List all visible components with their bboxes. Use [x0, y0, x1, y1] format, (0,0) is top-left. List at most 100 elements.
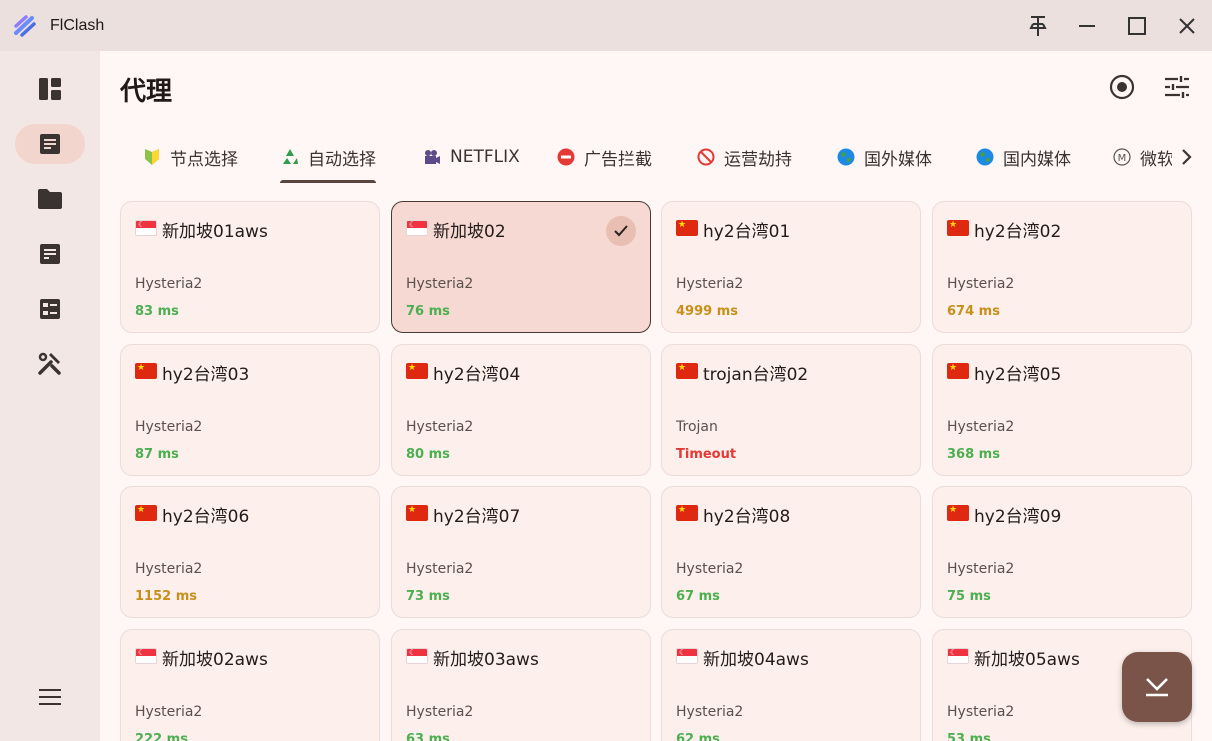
tools-icon	[38, 352, 61, 375]
proxy-delay: 222 ms	[135, 732, 188, 741]
globe-icon	[836, 147, 856, 167]
tab-label: 运营劫持	[724, 149, 792, 170]
proxy-protocol: Hysteria2	[676, 276, 744, 292]
proxy-delay: 368 ms	[947, 447, 1000, 462]
pin-window-button[interactable]	[1024, 12, 1052, 40]
tab-label: 微软	[1140, 149, 1174, 170]
proxy-delay: 76 ms	[406, 304, 450, 319]
minimize-button[interactable]	[1073, 12, 1101, 40]
proxy-card[interactable]: hy2台湾09 Hysteria2 75 ms	[932, 486, 1192, 618]
tab-label: 节点选择	[170, 149, 238, 170]
flag-cn-icon	[947, 505, 969, 521]
prohibited-icon	[696, 147, 716, 167]
proxy-delay: 80 ms	[406, 447, 450, 462]
flag-sg-icon	[406, 648, 428, 664]
maximize-button[interactable]	[1123, 12, 1151, 40]
proxy-name: hy2台湾05	[974, 365, 1062, 385]
tab-domestic-media[interactable]: 国内媒体	[975, 131, 1071, 183]
proxy-protocol: Hysteria2	[135, 276, 203, 292]
tab-label: 广告拦截	[584, 149, 652, 170]
minimize-icon	[1079, 25, 1095, 27]
menu-icon	[39, 689, 61, 705]
flag-cn-icon	[135, 363, 157, 379]
proxy-card[interactable]: hy2台湾04 Hysteria2 80 ms	[391, 344, 651, 476]
nav-rules[interactable]	[15, 289, 85, 329]
proxy-protocol: Hysteria2	[947, 561, 1015, 577]
proxy-card[interactable]: 新加坡01aws Hysteria2 83 ms	[120, 201, 380, 333]
proxy-group-tabs: 节点选择 自动选择 NETFLIX 广告拦截 运营劫持 国外媒体 国内媒体 M …	[120, 131, 1190, 183]
proxy-card[interactable]: hy2台湾06 Hysteria2 1152 ms	[120, 486, 380, 618]
recycle-icon	[280, 147, 300, 167]
proxy-name: 新加坡02	[433, 222, 506, 242]
proxy-protocol: Hysteria2	[135, 561, 203, 577]
proxy-name: 新加坡05aws	[974, 650, 1080, 670]
close-button[interactable]	[1173, 12, 1201, 40]
video-camera-icon	[422, 147, 442, 167]
proxies-icon	[40, 134, 60, 154]
proxy-card[interactable]: hy2台湾08 Hysteria2 67 ms	[661, 486, 921, 618]
proxy-protocol: Hysteria2	[947, 419, 1015, 435]
flag-sg-icon	[406, 220, 428, 236]
active-tab-indicator	[280, 180, 376, 183]
proxy-card[interactable]: trojan台湾02 Trojan Timeout	[661, 344, 921, 476]
tune-icon	[1165, 76, 1189, 98]
main-content: 代理 节点选择 自动选择 NETFLIX 广告拦截 运营劫持 国外媒体 国内媒体…	[100, 51, 1212, 741]
proxy-card[interactable]: hy2台湾01 Hysteria2 4999 ms	[661, 201, 921, 333]
maximize-icon	[1128, 17, 1146, 35]
tab-label: 自动选择	[308, 149, 376, 170]
page-title: 代理	[120, 77, 173, 107]
flag-cn-icon	[676, 505, 698, 521]
nav-proxies[interactable]	[15, 124, 85, 164]
proxy-protocol: Hysteria2	[406, 276, 474, 292]
flag-cn-icon	[947, 363, 969, 379]
tab-ad-block[interactable]: 广告拦截	[556, 131, 652, 183]
proxy-card[interactable]: hy2台湾03 Hysteria2 87 ms	[120, 344, 380, 476]
target-icon	[1109, 74, 1135, 100]
proxy-card[interactable]: 新加坡02aws Hysteria2 222 ms	[120, 629, 380, 741]
flag-cn-icon	[676, 363, 698, 379]
proxy-card[interactable]: hy2台湾05 Hysteria2 368 ms	[932, 344, 1192, 476]
proxy-delay: 75 ms	[947, 589, 991, 604]
close-icon	[1179, 18, 1195, 34]
test-delay-fab[interactable]	[1122, 652, 1192, 722]
proxy-name: hy2台湾01	[703, 222, 791, 242]
nav-logs[interactable]	[15, 234, 85, 274]
proxy-card[interactable]: hy2台湾07 Hysteria2 73 ms	[391, 486, 651, 618]
proxy-card[interactable]: 新加坡04aws Hysteria2 62 ms	[661, 629, 921, 741]
nav-tools[interactable]	[15, 344, 85, 384]
tab-auto-select[interactable]: 自动选择	[280, 131, 376, 183]
sidebar	[0, 51, 100, 741]
flag-sg-icon	[676, 648, 698, 664]
proxy-protocol: Hysteria2	[676, 561, 744, 577]
svg-text:M: M	[1118, 153, 1127, 164]
proxy-delay: 674 ms	[947, 304, 1000, 319]
proxy-card[interactable]: 新加坡02 Hysteria2 76 ms	[391, 201, 651, 333]
flag-sg-icon	[135, 220, 157, 236]
circled-m-icon: M	[1112, 147, 1132, 167]
proxy-protocol: Hysteria2	[406, 561, 474, 577]
tab-foreign-media[interactable]: 国外媒体	[836, 131, 932, 183]
proxy-protocol: Hysteria2	[947, 704, 1015, 720]
dashboard-icon	[39, 78, 61, 100]
chevron-right-icon	[1182, 149, 1192, 165]
proxy-name: hy2台湾02	[974, 222, 1062, 242]
settings-button[interactable]	[1161, 71, 1193, 103]
proxy-protocol: Hysteria2	[406, 419, 474, 435]
tab-node-select[interactable]: 节点选择	[142, 131, 238, 183]
proxy-protocol: Hysteria2	[676, 704, 744, 720]
menu-button[interactable]	[15, 677, 85, 717]
nav-profiles[interactable]	[15, 179, 85, 219]
tabs-scroll-right-button[interactable]	[1172, 135, 1200, 179]
tab-label: 国内媒体	[1003, 149, 1071, 170]
tab-microsoft[interactable]: M 微软	[1112, 131, 1174, 183]
rules-icon	[40, 299, 60, 319]
tab-isp-hijack[interactable]: 运营劫持	[696, 131, 792, 183]
proxy-card[interactable]: 新加坡03aws Hysteria2 63 ms	[391, 629, 651, 741]
tab-netflix[interactable]: NETFLIX	[422, 131, 520, 183]
proxy-card[interactable]: hy2台湾02 Hysteria2 674 ms	[932, 201, 1192, 333]
proxy-delay: 62 ms	[676, 732, 720, 741]
locate-button[interactable]	[1106, 71, 1138, 103]
nav-dashboard[interactable]	[15, 69, 85, 109]
proxy-name: hy2台湾07	[433, 507, 521, 527]
proxy-delay: Timeout	[676, 447, 737, 462]
